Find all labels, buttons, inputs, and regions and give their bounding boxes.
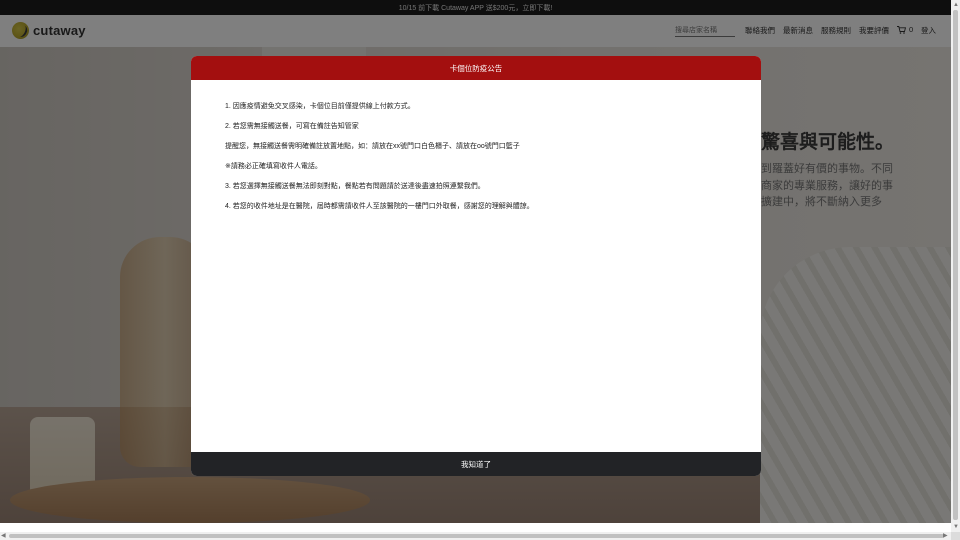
scroll-left-arrow-icon[interactable]: ◀ bbox=[1, 532, 6, 540]
scroll-up-arrow-icon[interactable]: ▲ bbox=[953, 1, 959, 9]
notice-paragraph: 提醒您，無接觸送餐需明確備註放置地點，如：請放在xx號門口白色櫃子、請放在oo號… bbox=[225, 143, 520, 150]
vertical-scrollbar-thumb[interactable] bbox=[953, 10, 958, 520]
modal-title: 卡個位防疫公告 bbox=[449, 63, 503, 73]
scrollbar-corner bbox=[951, 532, 960, 540]
confirm-button[interactable]: 我知道了 bbox=[191, 452, 761, 476]
notice-paragraph: 3. 若您選擇無接觸送餐無法即刻對點，餐點若有問題請於送達後盡速拍照連繫我們。 bbox=[225, 183, 485, 190]
modal-header: 卡個位防疫公告 bbox=[191, 56, 761, 80]
notice-paragraph: ※請務必正確填寫收件人電話。 bbox=[225, 163, 322, 170]
notice-paragraph: 1. 因應疫情避免交叉感染，卡個位目前僅提供線上付款方式。 bbox=[225, 103, 415, 110]
scroll-down-arrow-icon[interactable]: ▼ bbox=[953, 523, 959, 531]
notice-paragraph: 2. 若您需無接觸送餐，可寫在備註告知管家 bbox=[225, 123, 359, 130]
notice-paragraph: 4. 若您的收件地址是在醫院，屆時都需請收件人至該醫院的一樓門口外取餐，感謝您的… bbox=[225, 203, 534, 210]
horizontal-scrollbar-thumb[interactable] bbox=[9, 534, 944, 538]
announcement-modal: 卡個位防疫公告 1. 因應疫情避免交叉感染，卡個位目前僅提供線上付款方式。 2.… bbox=[191, 56, 761, 476]
scroll-right-arrow-icon[interactable]: ▶ bbox=[943, 532, 948, 540]
